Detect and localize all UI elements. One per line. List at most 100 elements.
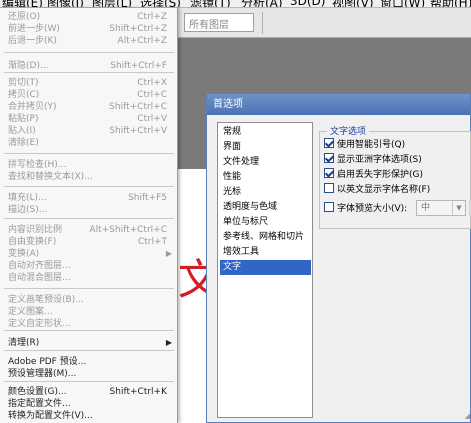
menu-3d[interactable]: 3D(D) <box>290 0 325 7</box>
edit-menu-item[interactable]: 定义图案... <box>0 306 178 318</box>
menu-view[interactable]: 视图(V) <box>332 0 374 7</box>
edit-menu-item[interactable]: 变换(A) ▶ <box>0 248 178 260</box>
chevron-down-icon[interactable]: ▼ <box>452 201 465 215</box>
edit-menu-item[interactable]: 描边(S)... <box>0 204 178 216</box>
edit-menu-item[interactable]: 后退一步(K) Alt+Ctrl+Z <box>0 35 178 47</box>
category-performance[interactable]: 性能 <box>220 170 311 185</box>
edit-menu-item[interactable]: 自由变换(F) Ctrl+T <box>0 236 178 248</box>
menu-help[interactable]: 帮助(H) <box>430 0 471 7</box>
edit-menu-item[interactable]: 转换为配置文件(V)... <box>0 410 178 422</box>
smart-quotes-checkbox[interactable] <box>324 138 334 148</box>
menu-item-label: 粘贴(P) <box>8 114 39 124</box>
menu-item-label: 定义自定形状... <box>8 319 71 329</box>
edit-menu-item[interactable]: 清除(E) <box>0 137 178 149</box>
category-plugins[interactable]: 增效工具 <box>220 245 311 260</box>
edit-menu-item[interactable]: 拼写检查(H)... <box>0 159 178 171</box>
edit-menu-item[interactable]: 渐隐(D)... Shift+Ctrl+F <box>0 60 178 72</box>
menu-item-label: 描边(S)... <box>8 205 48 215</box>
edit-menu-item[interactable]: 拷贝(C) Ctrl+C <box>0 89 178 101</box>
category-transparency[interactable]: 透明度与色域 <box>220 200 311 215</box>
category-interface[interactable]: 界面 <box>220 140 311 155</box>
english-font-names-option[interactable]: 以英文显示字体名称(F) <box>324 183 430 196</box>
font-preview-size-select[interactable]: 中 ▼ <box>416 200 466 216</box>
menu-layer[interactable]: 图层(L) <box>92 0 132 7</box>
edit-menu-item[interactable]: 前进一步(W) Shift+Ctrl+Z <box>0 23 178 35</box>
category-units-rulers[interactable]: 单位与标尺 <box>220 215 311 230</box>
dialog-title[interactable]: 首选项 <box>207 94 470 115</box>
menu-item-shortcut: Shift+Ctrl+V <box>109 126 167 136</box>
options-divider <box>262 12 263 34</box>
menu-item-shortcut: Shift+Ctrl+Z <box>109 24 167 34</box>
menu-item-label: 剪切(T) <box>8 78 39 88</box>
sample-layer-select[interactable]: 所有图层 <box>184 13 254 32</box>
edit-menu-item[interactable]: 颜色设置(G)... Shift+Ctrl+K <box>0 386 178 398</box>
menu-item-shortcut: Shift+Ctrl+F <box>110 61 167 71</box>
menu-item-shortcut: Shift+F5 <box>128 193 167 203</box>
edit-menu-item[interactable]: 清理(R) ▶ <box>0 337 178 349</box>
menu-item-shortcut: Shift+Ctrl+K <box>109 387 167 397</box>
edit-menu-item[interactable]: 合并拷贝(Y) Shift+Ctrl+C <box>0 101 178 113</box>
menu-item-label: 查找和替换文本(X)... <box>8 172 93 182</box>
menu-separator <box>4 288 174 289</box>
submenu-arrow-icon: ▶ <box>165 249 172 258</box>
resize-grip-icon[interactable]: ◢ <box>459 411 470 422</box>
english-font-names-checkbox[interactable] <box>324 183 334 193</box>
menu-window[interactable]: 窗口(W) <box>380 0 425 7</box>
menu-item-shortcut: Ctrl+V <box>137 114 167 124</box>
edit-menu-item[interactable]: 定义自定形状... <box>0 318 178 330</box>
menu-item-shortcut: Alt+Shift+Ctrl+C <box>89 225 167 235</box>
menu-edit[interactable]: 编辑(E) <box>2 0 43 7</box>
asian-font-label: 显示亚洲字体选项(S) <box>337 155 422 165</box>
edit-menu-item[interactable]: 剪切(T) Ctrl+X <box>0 77 178 89</box>
edit-menu-item[interactable]: 还原(O) Ctrl+Z <box>0 11 178 23</box>
menu-item-label: 清除(E) <box>8 138 39 148</box>
smart-quotes-option[interactable]: 使用智能引号(Q) <box>324 138 405 151</box>
menu-item-label: 转换为配置文件(V)... <box>8 411 93 421</box>
missing-glyph-checkbox[interactable] <box>324 168 334 178</box>
menu-filter[interactable]: 滤镜(T) <box>190 0 231 7</box>
category-general[interactable]: 常规 <box>220 125 311 140</box>
menu-analysis[interactable]: 分析(A) <box>241 0 283 7</box>
asian-font-checkbox[interactable] <box>324 153 334 163</box>
menu-item-label: 预设管理器(M)... <box>8 369 77 379</box>
menu-item-label: 合并拷贝(Y) <box>8 102 57 112</box>
menu-image[interactable]: 图像(I) <box>47 0 84 7</box>
menu-item-label: 指定配置文件... <box>8 399 71 409</box>
edit-menu-item[interactable]: 自动混合图层... <box>0 272 178 284</box>
menu-select[interactable]: 选择(S) <box>140 0 181 7</box>
font-preview-size-value: 中 <box>421 203 431 213</box>
menu-item-label: 后退一步(K) <box>8 36 57 46</box>
menu-item-label: 自动对齐图层... <box>8 261 71 271</box>
font-preview-size-checkbox[interactable] <box>324 202 334 212</box>
edit-menu-item[interactable]: 内容识别比例 Alt+Shift+Ctrl+C <box>0 224 178 236</box>
menu-separator <box>4 330 174 331</box>
edit-menu-item[interactable]: 粘贴(P) Ctrl+V <box>0 113 178 125</box>
edit-menu-item[interactable]: 贴入(I) Shift+Ctrl+V <box>0 125 178 137</box>
submenu-arrow-icon: ▶ <box>165 338 172 347</box>
edit-menu-item[interactable]: 查找和替换文本(X)... <box>0 171 178 183</box>
edit-menu-item[interactable]: 自动对齐图层... <box>0 260 178 272</box>
edit-menu-item[interactable]: 填充(L)... Shift+F5 <box>0 192 178 204</box>
asian-font-option[interactable]: 显示亚洲字体选项(S) <box>324 153 422 166</box>
edit-menu-item[interactable]: 定义画笔预设(B)... <box>0 294 178 306</box>
smart-quotes-label: 使用智能引号(Q) <box>337 140 406 150</box>
options-bar: 所有图层 <box>178 8 471 38</box>
menu-separator <box>4 52 174 53</box>
menu-item-shortcut: Shift+Ctrl+C <box>109 102 167 112</box>
category-cursors[interactable]: 光标 <box>220 185 311 200</box>
category-guides-grid[interactable]: 参考线、网格和切片 <box>220 230 311 245</box>
menu-item-label: 内容识别比例 <box>8 225 63 235</box>
edit-menu-item[interactable]: 预设管理器(M)... <box>0 368 178 380</box>
missing-glyph-option[interactable]: 启用丢失字形保护(G) <box>324 168 423 181</box>
english-font-names-label: 以英文显示字体名称(F) <box>337 185 431 195</box>
missing-glyph-label: 启用丢失字形保护(G) <box>337 170 423 180</box>
menu-item-label: 还原(O) <box>8 12 41 22</box>
category-file-handling[interactable]: 文件处理 <box>220 155 311 170</box>
edit-menu-item[interactable]: 指定配置文件... <box>0 398 178 410</box>
edit-menu-item[interactable]: Adobe PDF 预设... <box>0 356 178 368</box>
menu-item-label: 定义图案... <box>8 307 53 317</box>
font-preview-size-option[interactable]: 字体预览大小(V): <box>324 202 407 215</box>
menu-separator <box>4 72 174 73</box>
category-type[interactable]: 文字 <box>220 260 311 275</box>
menu-item-label: 前进一步(W) <box>8 24 60 34</box>
